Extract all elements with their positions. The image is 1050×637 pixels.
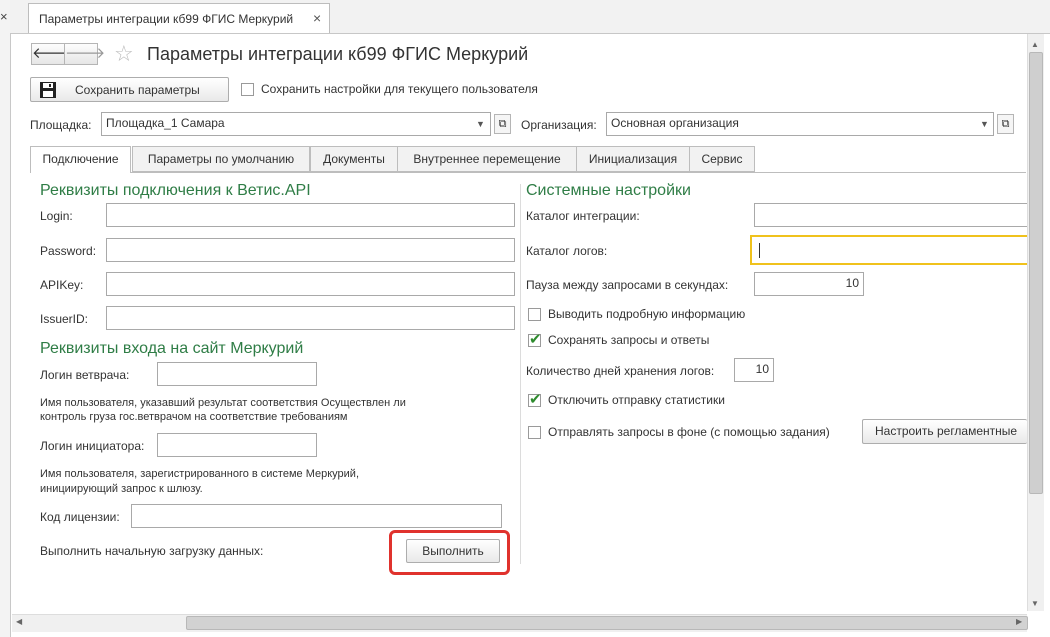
vet-login-hint-line-2: контроль груза гос.ветврачом на соответс… xyxy=(40,411,348,423)
mercury-login-section-title: Реквизиты входа на сайт Меркурий xyxy=(40,340,304,357)
disable-stats-checkbox[interactable]: ✔ xyxy=(528,391,542,408)
back-button[interactable]: 🡐 xyxy=(31,43,72,65)
schedule-tasks-label: Настроить регламентные xyxy=(875,424,1018,438)
connection-section-title: Реквизиты подключения к Ветис.API xyxy=(40,182,311,199)
organization-label: Организация: xyxy=(521,118,597,132)
tab-internal-transfer[interactable]: Внутреннее перемещение xyxy=(397,146,577,172)
save-user-settings-checkbox[interactable] xyxy=(241,83,254,96)
scroll-left-icon[interactable]: ◀ xyxy=(16,617,22,626)
log-days-field[interactable]: 10 xyxy=(734,358,774,382)
vet-login-field[interactable] xyxy=(157,362,317,386)
forward-button[interactable]: 🡒 xyxy=(64,43,105,65)
site-field[interactable]: Площадка_1 Самара xyxy=(101,112,491,136)
tab-defaults[interactable]: Параметры по умолчанию xyxy=(132,146,310,172)
disable-stats-label: Отключить отправку статистики xyxy=(548,393,725,407)
vet-login-label: Логин ветврача: xyxy=(40,368,130,382)
save-parameters-label: Сохранить параметры xyxy=(75,83,200,97)
initiator-hint-line-1: Имя пользователя, зарегистрированного в … xyxy=(40,468,359,480)
initiator-hint-line-2: инициирующий запрос к шлюзу. xyxy=(40,483,203,495)
tab-label: Инициализация xyxy=(588,152,678,166)
issuerid-field[interactable] xyxy=(106,306,515,330)
login-label: Login: xyxy=(40,209,73,223)
organization-value: Основная организация xyxy=(611,116,739,130)
organization-open-button[interactable]: ⧉ xyxy=(997,114,1014,134)
vet-login-hint-line-1: Имя пользователя, указавший результат со… xyxy=(40,397,406,409)
floppy-disk-icon xyxy=(40,82,56,98)
site-open-button[interactable]: ⧉ xyxy=(494,114,511,134)
schedule-tasks-button[interactable]: Настроить регламентные xyxy=(862,419,1027,444)
tab-label: Сервис xyxy=(701,152,743,166)
window-tab-label: Параметры интеграции кб99 ФГИС Меркурий xyxy=(39,12,294,26)
window-tab[interactable]: Параметры интеграции кб99 ФГИС Меркурий … xyxy=(28,3,330,33)
tabs-baseline xyxy=(30,172,1026,173)
organization-dropdown-icon[interactable]: ▼ xyxy=(980,119,989,129)
open-window-icon: ⧉ xyxy=(1001,118,1010,130)
password-field[interactable] xyxy=(106,238,515,262)
scroll-down-icon[interactable]: ▼ xyxy=(1031,599,1039,608)
arrow-right-icon: 🡒 xyxy=(65,45,106,62)
horizontal-scroll-thumb[interactable] xyxy=(186,616,1028,630)
page-title: Параметры интеграции кб99 ФГИС Меркурий xyxy=(147,44,529,64)
site-value: Площадка_1 Самара xyxy=(106,116,225,130)
favorite-star-icon[interactable]: ☆ xyxy=(114,41,134,67)
tab-initialization[interactable]: Инициализация xyxy=(576,146,690,172)
initial-load-label: Выполнить начальную загрузку данных: xyxy=(40,544,264,558)
parent-close-icon[interactable]: × xyxy=(0,9,10,24)
initiator-login-label: Логин инициатора: xyxy=(40,439,145,453)
column-divider xyxy=(520,184,521,564)
save-requests-label: Сохранять запросы и ответы xyxy=(548,333,710,347)
save-parameters-button[interactable]: Сохранить параметры xyxy=(30,77,229,102)
log-days-label: Количество дней хранения логов: xyxy=(526,364,715,378)
integration-dir-field[interactable] xyxy=(754,203,1027,227)
text-cursor xyxy=(759,243,760,258)
tab-label: Документы xyxy=(323,152,385,166)
parent-window-strip xyxy=(0,0,11,637)
pause-label: Пауза между запросами в секундах: xyxy=(526,278,729,292)
vertical-scroll-thumb[interactable] xyxy=(1029,52,1043,494)
save-requests-checkbox[interactable]: ✔ xyxy=(528,331,542,348)
log-dir-label: Каталог логов: xyxy=(526,244,608,258)
tab-documents[interactable]: Документы xyxy=(310,146,398,172)
verbose-label: Выводить подробную информацию xyxy=(548,307,746,321)
pause-field[interactable]: 10 xyxy=(754,272,864,296)
scroll-right-icon[interactable]: ▶ xyxy=(1016,617,1022,626)
login-field[interactable] xyxy=(106,203,515,227)
scroll-up-icon[interactable]: ▲ xyxy=(1031,40,1039,49)
run-initial-load-label: Выполнить xyxy=(422,544,484,558)
apikey-label: APIKey: xyxy=(40,278,84,292)
run-initial-load-button[interactable]: Выполнить xyxy=(406,539,500,563)
apikey-field[interactable] xyxy=(106,272,515,296)
log-dir-field[interactable] xyxy=(750,235,1027,265)
background-checkbox[interactable] xyxy=(528,426,541,439)
license-label: Код лицензии: xyxy=(40,510,120,524)
password-label: Password: xyxy=(40,244,97,258)
tab-label: Подключение xyxy=(42,152,119,166)
tab-service[interactable]: Сервис xyxy=(689,146,755,172)
save-user-settings-label: Сохранить настройки для текущего пользов… xyxy=(261,82,538,96)
verbose-checkbox[interactable] xyxy=(528,308,541,321)
initiator-login-field[interactable] xyxy=(157,433,317,457)
checkmark-icon: ✔ xyxy=(529,331,542,348)
background-label: Отправлять запросы в фоне (с помощью зад… xyxy=(548,425,830,439)
site-dropdown-icon[interactable]: ▼ xyxy=(476,119,485,129)
checkmark-icon: ✔ xyxy=(529,391,542,408)
issuerid-label: IssuerID: xyxy=(40,312,89,326)
tab-label: Параметры по умолчанию xyxy=(147,152,295,166)
system-section-title: Системные настройки xyxy=(526,182,691,199)
organization-field[interactable]: Основная организация xyxy=(606,112,994,136)
open-window-icon: ⧉ xyxy=(498,118,507,130)
site-label: Площадка: xyxy=(30,118,92,132)
tab-label: Внутреннее перемещение xyxy=(413,152,561,166)
tab-connection[interactable]: Подключение xyxy=(30,146,131,173)
window-tab-close-icon[interactable]: × xyxy=(313,10,321,26)
integration-dir-label: Каталог интеграции: xyxy=(526,209,640,223)
license-field[interactable] xyxy=(131,504,502,528)
